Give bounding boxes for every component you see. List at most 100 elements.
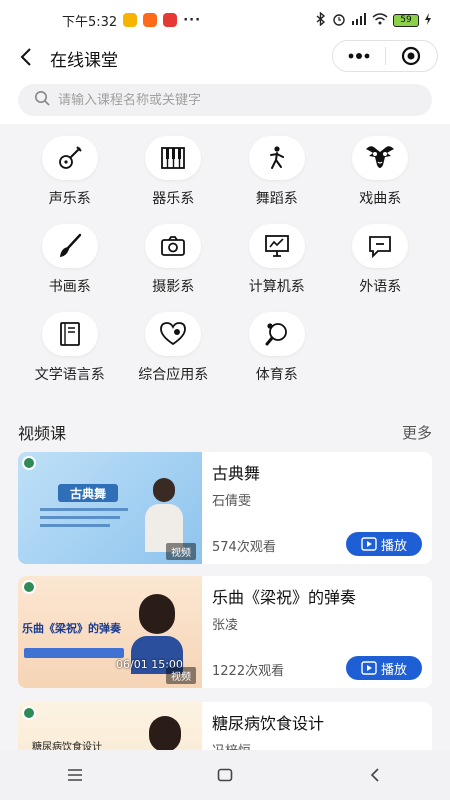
category-applied[interactable]: 综合应用系 [122, 312, 226, 384]
alarm-icon [332, 12, 346, 29]
home-button[interactable] [205, 755, 245, 795]
category-icon-circle [41, 312, 98, 356]
thumbnail-subtitle-bar [24, 648, 124, 658]
back-chevron-icon [370, 768, 379, 782]
view-count: 574次观看 [212, 540, 276, 555]
taobao-app-icon [143, 13, 158, 27]
search-bar[interactable] [18, 84, 432, 116]
course-thumbnail: 古典舞 视频 [18, 452, 202, 564]
course-title: 糖尿病饮食设计 [212, 714, 325, 733]
video-tag: 视频 [166, 543, 196, 560]
home-square-icon [217, 768, 233, 782]
chat-app-icon [123, 13, 138, 27]
dancer-icon [269, 146, 284, 169]
camera-icon [161, 236, 186, 256]
piano-icon [161, 147, 186, 169]
thumbnail-title: 古典舞 [70, 487, 107, 501]
logo-badge-icon [22, 580, 36, 594]
play-video-icon [361, 661, 377, 675]
play-label: 播放 [380, 538, 407, 554]
monitor-icon [264, 235, 289, 257]
book-icon [59, 322, 80, 346]
category-label: 书画系 [48, 279, 91, 295]
bluetooth-icon [315, 10, 327, 29]
course-teacher: 张凌 [212, 618, 239, 633]
guitar-icon [58, 146, 82, 169]
category-label: 摄影系 [152, 279, 195, 295]
play-label: 播放 [380, 662, 407, 678]
status-right: 59 [315, 10, 432, 29]
logo-badge-icon [22, 456, 36, 470]
category-computer[interactable]: 计算机系 [225, 224, 329, 296]
target-close-icon [402, 46, 421, 66]
system-back-button[interactable] [355, 755, 395, 795]
course-card[interactable]: 乐曲《梁祝》的弹奏 06/01 15:00 视频 乐曲《梁祝》的弹奏 张凌 12… [18, 576, 432, 688]
wifi-icon [372, 12, 388, 28]
status-bar: 下午5:32 ··· 59 [0, 0, 450, 40]
mini-program-capsule [332, 40, 438, 72]
search-input[interactable] [58, 92, 398, 108]
category-icon-circle [248, 312, 305, 356]
category-icon-circle [248, 136, 305, 180]
news-app-icon [163, 13, 178, 27]
category-grid: 声乐系 器乐系 舞蹈系 戏曲系 书画系 摄影系 计算机系 外语系 文学语言系 综… [18, 136, 432, 384]
course-card[interactable]: 古典舞 视频 古典舞 石倩雯 574次观看 播放 [18, 452, 432, 564]
category-label: 体育系 [255, 367, 298, 383]
menu-lines-icon [68, 769, 82, 781]
category-photography[interactable]: 摄影系 [122, 224, 226, 296]
signal-icon [351, 12, 367, 28]
course-info: 古典舞 石倩雯 574次观看 播放 [202, 452, 432, 564]
category-sports[interactable]: 体育系 [225, 312, 329, 384]
category-calligraphy[interactable]: 书画系 [18, 224, 122, 296]
logo-badge-icon [22, 706, 36, 720]
close-mini-program-button[interactable] [385, 41, 437, 71]
status-time: 下午5:32 [62, 14, 118, 30]
video-tag: 视频 [166, 667, 196, 684]
category-icon-circle [352, 136, 409, 180]
charging-icon [424, 12, 432, 28]
search-icon [34, 90, 50, 110]
page-title: 在线课堂 [50, 51, 118, 71]
play-button[interactable]: 播放 [346, 532, 422, 556]
category-label: 声乐系 [48, 191, 91, 207]
course-thumbnail: 乐曲《梁祝》的弹奏 06/01 15:00 视频 [18, 576, 202, 688]
recent-apps-button[interactable] [55, 755, 95, 795]
course-teacher: 石倩雯 [212, 494, 252, 509]
section-title: 视频课 [18, 424, 67, 443]
category-label: 计算机系 [248, 279, 305, 295]
category-label: 器乐系 [152, 191, 195, 207]
battery-icon: 59 [393, 13, 419, 27]
heart-tag-icon [160, 322, 187, 346]
more-menu-button[interactable] [333, 41, 385, 71]
category-opera[interactable]: 戏曲系 [329, 136, 433, 208]
category-label: 文学语言系 [34, 367, 105, 383]
course-info: 乐曲《梁祝》的弹奏 张凌 1222次观看 播放 [202, 576, 432, 688]
more-dots-icon [348, 53, 370, 59]
category-foreign-language[interactable]: 外语系 [329, 224, 433, 296]
status-more-dots: ··· [183, 12, 202, 28]
category-icon-circle [41, 136, 98, 180]
play-button[interactable]: 播放 [346, 656, 422, 680]
ping-pong-icon [265, 323, 287, 346]
thumbnail-title: 乐曲《梁祝》的弹奏 [22, 622, 121, 635]
chat-bubble-icon [369, 236, 392, 259]
play-video-icon [361, 537, 377, 551]
back-arrow-icon[interactable] [14, 45, 38, 69]
category-icon-circle [145, 312, 202, 356]
category-icon-circle [145, 224, 202, 268]
course-title: 古典舞 [212, 464, 261, 483]
view-count: 1222次观看 [212, 664, 285, 679]
thumbnail-title-banner: 古典舞 [58, 484, 118, 502]
search-section [0, 74, 450, 124]
category-vocal[interactable]: 声乐系 [18, 136, 122, 208]
category-icon-circle [41, 224, 98, 268]
more-link[interactable]: 更多 [402, 422, 432, 443]
category-icon-circle [145, 136, 202, 180]
category-instrument[interactable]: 器乐系 [122, 136, 226, 208]
thumbnail-text-lines [40, 508, 128, 527]
video-section-header: 视频课 更多 [18, 420, 432, 444]
brush-icon [59, 233, 81, 257]
category-literature[interactable]: 文学语言系 [18, 312, 122, 384]
category-label: 综合应用系 [138, 367, 209, 383]
category-dance[interactable]: 舞蹈系 [225, 136, 329, 208]
